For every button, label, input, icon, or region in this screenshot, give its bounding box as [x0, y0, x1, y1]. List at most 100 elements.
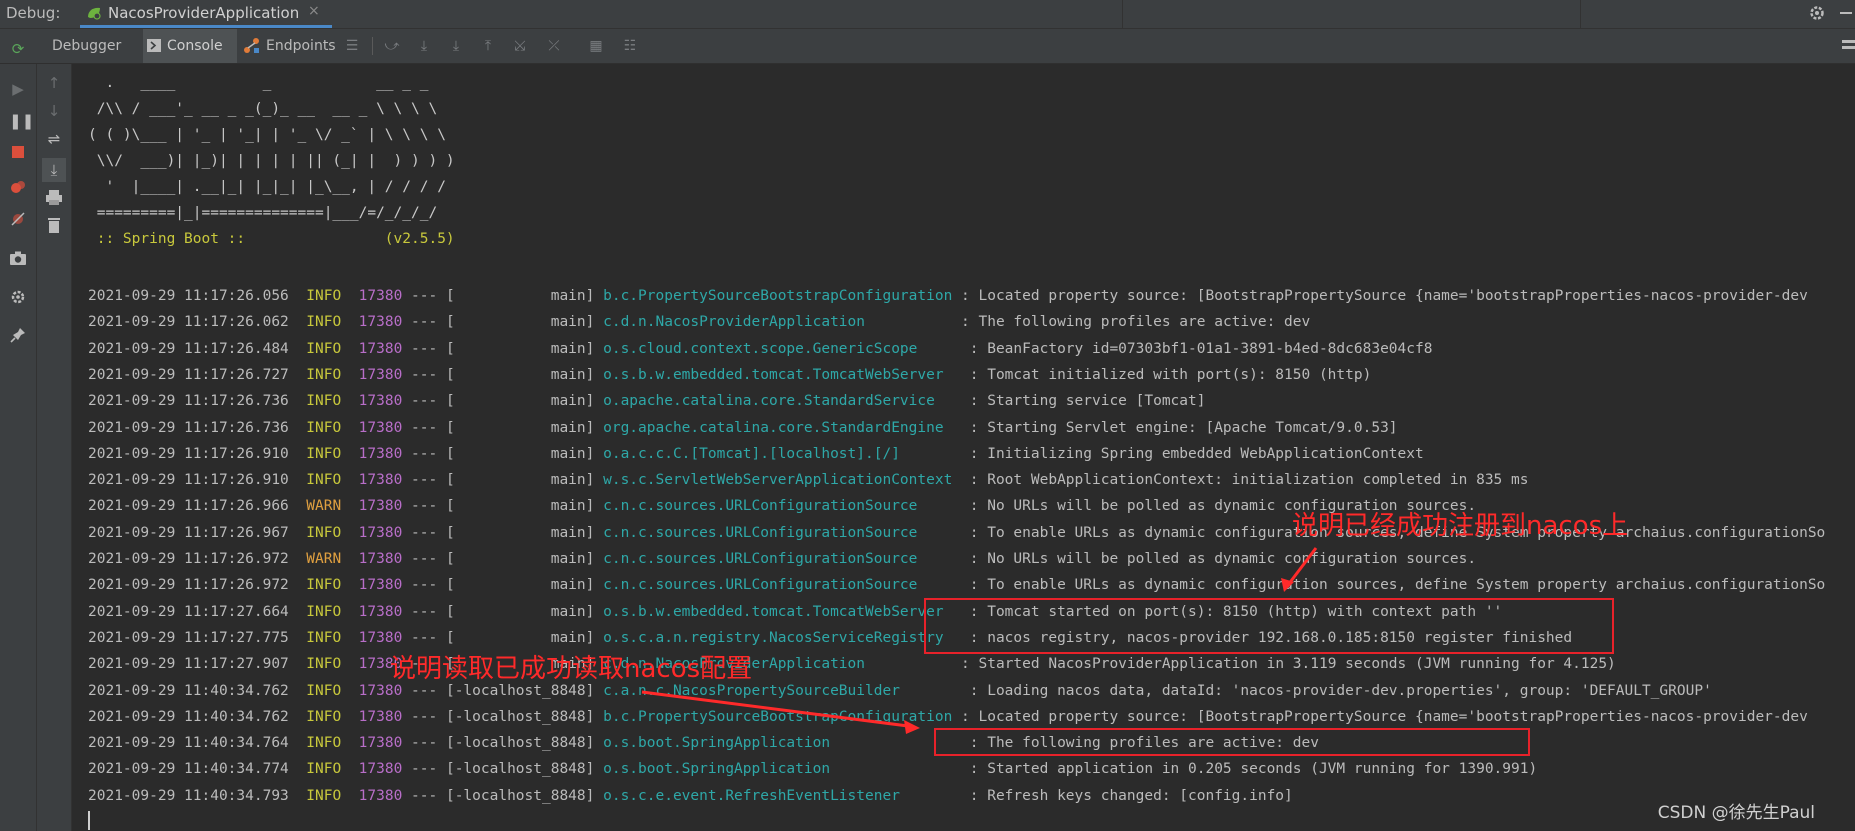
log-thread: [ main]	[445, 314, 595, 331]
down-arrow-icon[interactable]: ↓	[45, 102, 63, 120]
banner-line: ' |____| .__|_| |_|_| |_\__, | / / / /	[88, 179, 446, 195]
log-logger: o.s.b.w.embedded.tomcat.TomcatWebServer	[603, 366, 962, 383]
log-pid: 17380	[358, 498, 403, 515]
log-line: 2021-09-29 11:40:34.793 INFO 17380 --- […	[88, 786, 1293, 808]
log-level: INFO	[306, 340, 342, 357]
log-message: : Started application in 0.205 seconds (…	[969, 761, 1538, 778]
log-pid: 17380	[358, 445, 403, 462]
log-logger: c.d.n.NacosProviderApplication	[603, 314, 953, 331]
debug-toolbar: Debugger Console Endpoints ☰ ⤻ ⤓ ⤓ ⤒ ⤩ ⤫…	[0, 29, 1855, 64]
log-date: 2021-09-29 11:40:34.762	[88, 682, 289, 699]
log-separator: ---	[402, 708, 446, 725]
run-config-tab-title: NacosProviderApplication	[108, 4, 300, 22]
log-level: INFO	[306, 445, 342, 462]
log-date: 2021-09-29 11:17:26.972	[88, 577, 289, 594]
mute-breakpoints-icon[interactable]	[9, 210, 27, 228]
log-line: 2021-09-29 11:17:26.972 INFO 17380 --- […	[88, 575, 1825, 597]
step-out-icon[interactable]: ⤒	[480, 38, 496, 54]
log-separator: ---	[402, 551, 446, 567]
log-level: INFO	[306, 524, 342, 541]
log-message: : No URLs will be polled as dynamic conf…	[969, 551, 1477, 567]
log-separator: ---	[402, 445, 446, 462]
log-logger: o.s.c.e.event.RefreshEventListener	[603, 787, 962, 804]
header-divider	[1580, 0, 1581, 28]
annotation-registered: 说明已经成功注册到nacos上	[1292, 511, 1629, 541]
log-separator: ---	[402, 498, 446, 515]
camera-icon[interactable]	[9, 250, 27, 268]
menu-icon[interactable]: ☰	[344, 38, 360, 54]
debug-tool-window-header: Debug: NacosProviderApplication ×	[0, 0, 1855, 29]
text-caret	[88, 811, 90, 830]
log-pid: 17380	[358, 787, 403, 804]
soft-wrap-icon[interactable]: ⇌	[45, 130, 63, 148]
scroll-to-end-icon[interactable]: ⤓	[42, 158, 66, 182]
resume-icon[interactable]: ▶	[9, 80, 27, 98]
log-message: : The following profiles are active: dev	[961, 314, 1311, 331]
settings-icon[interactable]	[9, 288, 27, 306]
log-message: : BeanFactory id=07303bf1-01a1-3891-b4ed…	[969, 340, 1433, 357]
log-separator: ---	[402, 603, 446, 620]
log-date: 2021-09-29 11:17:26.056	[88, 288, 289, 304]
log-level: INFO	[306, 682, 342, 699]
log-date: 2021-09-29 11:17:26.910	[88, 445, 289, 462]
log-separator: ---	[402, 735, 446, 752]
log-pid: 17380	[358, 366, 403, 383]
tab-endpoints[interactable]: Endpoints	[266, 38, 336, 54]
log-message: : Refresh keys changed: [config.info]	[969, 787, 1293, 804]
log-pid: 17380	[358, 419, 403, 436]
view-breakpoints-icon[interactable]	[9, 178, 27, 196]
log-separator: ---	[402, 761, 446, 778]
log-line: 2021-09-29 11:17:26.484 INFO 17380 --- […	[88, 339, 1432, 361]
trash-icon[interactable]	[45, 216, 63, 234]
log-logger: o.a.c.c.C.[Tomcat].[localhost].[/]	[603, 445, 962, 462]
log-logger: o.s.b.w.embedded.tomcat.TomcatWebServer	[603, 603, 962, 620]
tab-console[interactable]: Console	[143, 29, 237, 63]
log-date: 2021-09-29 11:17:26.972	[88, 551, 289, 567]
log-level: INFO	[306, 761, 342, 778]
pause-icon[interactable]: ❚❚	[9, 112, 34, 130]
tab-debugger[interactable]: Debugger	[52, 38, 121, 54]
log-pid: 17380	[358, 472, 403, 489]
evaluate-expression-icon[interactable]: ▦	[588, 38, 604, 54]
log-level: INFO	[306, 288, 342, 304]
console-output[interactable]: . ____ _ __ _ _ /\\ / ___'_ __ _ _(_)_ _…	[72, 64, 1855, 831]
step-over-icon[interactable]: ⤓	[416, 38, 432, 54]
header-divider	[1122, 0, 1123, 28]
show-execution-point-icon[interactable]: ⤻	[384, 38, 400, 54]
log-logger: o.s.c.a.n.registry.NacosServiceRegistry	[603, 629, 962, 646]
up-arrow-icon[interactable]: ↑	[45, 74, 63, 92]
layout-settings-icon[interactable]	[1842, 39, 1855, 53]
stop-icon[interactable]	[9, 144, 27, 162]
pin-icon[interactable]	[9, 326, 27, 344]
print-icon[interactable]	[45, 188, 63, 206]
debug-label: Debug:	[6, 4, 61, 22]
annotation-config-read: 说明读取已成功读取nacos配置	[390, 654, 753, 684]
trace-icon[interactable]: ☷	[622, 38, 638, 54]
log-message: : To enable URLs as dynamic configuratio…	[969, 577, 1826, 594]
drop-frame-icon[interactable]: ⤩	[512, 38, 528, 54]
log-separator: ---	[402, 288, 446, 304]
log-pid: 17380	[358, 735, 403, 752]
log-message: : Initializing Spring embedded WebApplic…	[969, 445, 1424, 462]
rerun-icon[interactable]: ⟳	[9, 40, 27, 58]
log-date: 2021-09-29 11:17:26.967	[88, 524, 289, 541]
log-thread: [ main]	[445, 472, 595, 489]
log-thread: [ main]	[445, 366, 595, 383]
debug-actions-sidebar: ⟳ ▶ ❚❚	[0, 40, 37, 831]
run-to-cursor-icon[interactable]: ⤫	[546, 38, 562, 54]
log-level: INFO	[306, 603, 342, 620]
run-config-tab[interactable]: NacosProviderApplication ×	[80, 0, 332, 28]
log-date: 2021-09-29 11:17:26.966	[88, 498, 289, 515]
log-date: 2021-09-29 11:40:34.764	[88, 735, 289, 752]
log-line: 2021-09-29 11:17:26.736 INFO 17380 --- […	[88, 418, 1398, 440]
step-into-icon[interactable]: ⤓	[448, 38, 464, 54]
minimize-icon[interactable]	[1840, 12, 1852, 14]
gear-icon[interactable]	[1808, 4, 1826, 22]
log-level: INFO	[306, 314, 342, 331]
log-message: : Started NacosProviderApplication in 3.…	[961, 656, 1616, 673]
log-thread: [ main]	[445, 577, 595, 594]
log-separator: ---	[402, 524, 446, 541]
log-line: 2021-09-29 11:17:26.972 WARN 17380 --- […	[88, 549, 1476, 571]
log-pid: 17380	[358, 288, 403, 304]
close-tab-icon[interactable]: ×	[308, 3, 320, 19]
